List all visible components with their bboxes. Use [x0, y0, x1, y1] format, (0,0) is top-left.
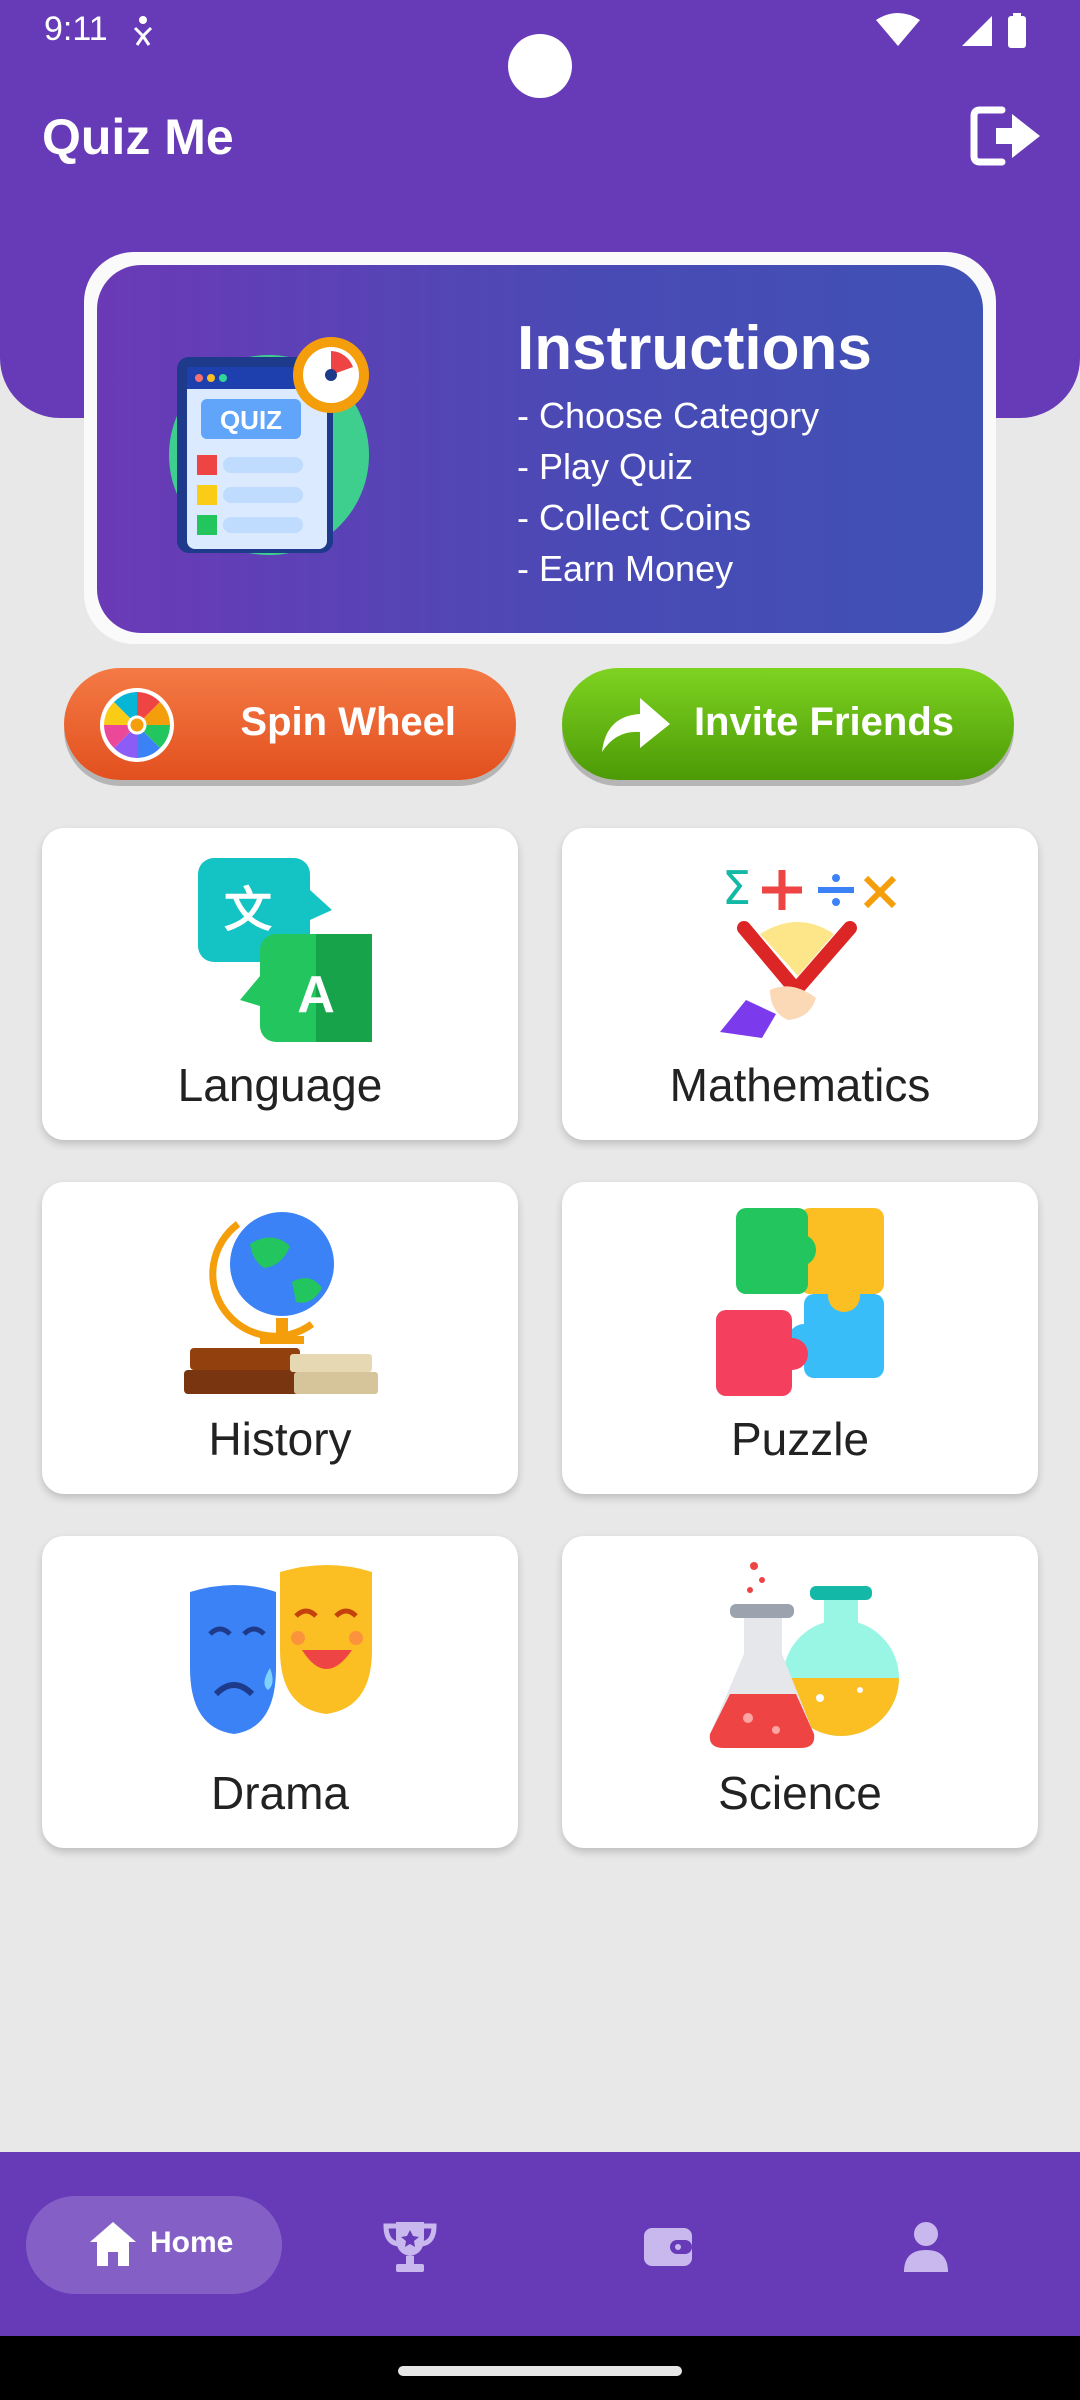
instruction-line: - Earn Money — [517, 548, 734, 589]
nav-item-home[interactable]: Home — [26, 2196, 282, 2294]
status-bar: 9:11 — [0, 0, 1080, 98]
bottom-navigation: Home — [0, 2152, 1080, 2336]
instruction-line: - Play Quiz — [517, 446, 694, 487]
gesture-area — [0, 2336, 1080, 2400]
gesture-handle[interactable] — [398, 2366, 682, 2376]
share-arrow-icon — [602, 698, 670, 752]
invite-friends-label: Invite Friends — [693, 700, 954, 744]
invite-friends-button[interactable]: Invite Friends — [562, 668, 1014, 780]
status-time: 9:11 — [44, 10, 108, 48]
wifi-icon — [876, 13, 920, 46]
instructions-card: QUIZ Instructions - Choose Category - Pl… — [97, 265, 983, 633]
home-icon — [90, 2222, 136, 2266]
category-label: History — [208, 1413, 352, 1465]
profile-icon[interactable] — [898, 2218, 954, 2274]
svg-text:文: 文 — [224, 882, 272, 938]
category-label: Language — [177, 1059, 383, 1111]
app-title: Quiz Me — [42, 109, 234, 165]
svg-text:A: A — [297, 966, 335, 1024]
mathematics-icon: Σ — [720, 861, 897, 1038]
nav-home-label: Home — [150, 2226, 234, 2259]
category-card-history[interactable]: History — [42, 1182, 518, 1494]
puzzle-icon — [716, 1208, 884, 1396]
signal-icon — [962, 16, 992, 46]
category-card-puzzle[interactable]: Puzzle — [562, 1182, 1038, 1494]
category-label: Science — [718, 1767, 882, 1819]
accessibility-icon — [133, 16, 153, 46]
quiz-badge-text: QUIZ — [220, 405, 282, 435]
category-card-mathematics[interactable]: Σ Mathematics — [562, 828, 1038, 1140]
camera-cutout — [508, 34, 572, 98]
quiz-illustration-icon: QUIZ — [169, 337, 369, 555]
wallet-icon[interactable] — [640, 2218, 696, 2274]
spin-wheel-icon — [100, 688, 174, 762]
trophy-icon[interactable] — [382, 2218, 438, 2274]
category-label: Mathematics — [669, 1059, 931, 1111]
spin-wheel-button[interactable]: Spin Wheel — [64, 668, 516, 780]
history-icon — [184, 1212, 378, 1394]
category-card-science[interactable]: Science — [562, 1536, 1038, 1848]
spin-wheel-label: Spin Wheel — [240, 700, 456, 744]
instruction-line: - Collect Coins — [517, 497, 752, 538]
svg-text:Σ: Σ — [722, 861, 751, 915]
drama-masks-icon — [190, 1565, 372, 1734]
language-icon: 文 A — [198, 858, 372, 1042]
category-label: Puzzle — [730, 1413, 870, 1465]
instructions-title: Instructions — [517, 314, 872, 383]
science-flask-icon — [709, 1562, 899, 1748]
status-icons — [876, 13, 1026, 48]
battery-icon — [1008, 16, 1026, 48]
instruction-line: - Choose Category — [517, 395, 820, 436]
category-card-language[interactable]: 文 A Language — [42, 828, 518, 1140]
category-label: Drama — [210, 1767, 350, 1819]
logout-icon[interactable] — [968, 100, 1048, 172]
category-card-drama[interactable]: Drama — [42, 1536, 518, 1848]
